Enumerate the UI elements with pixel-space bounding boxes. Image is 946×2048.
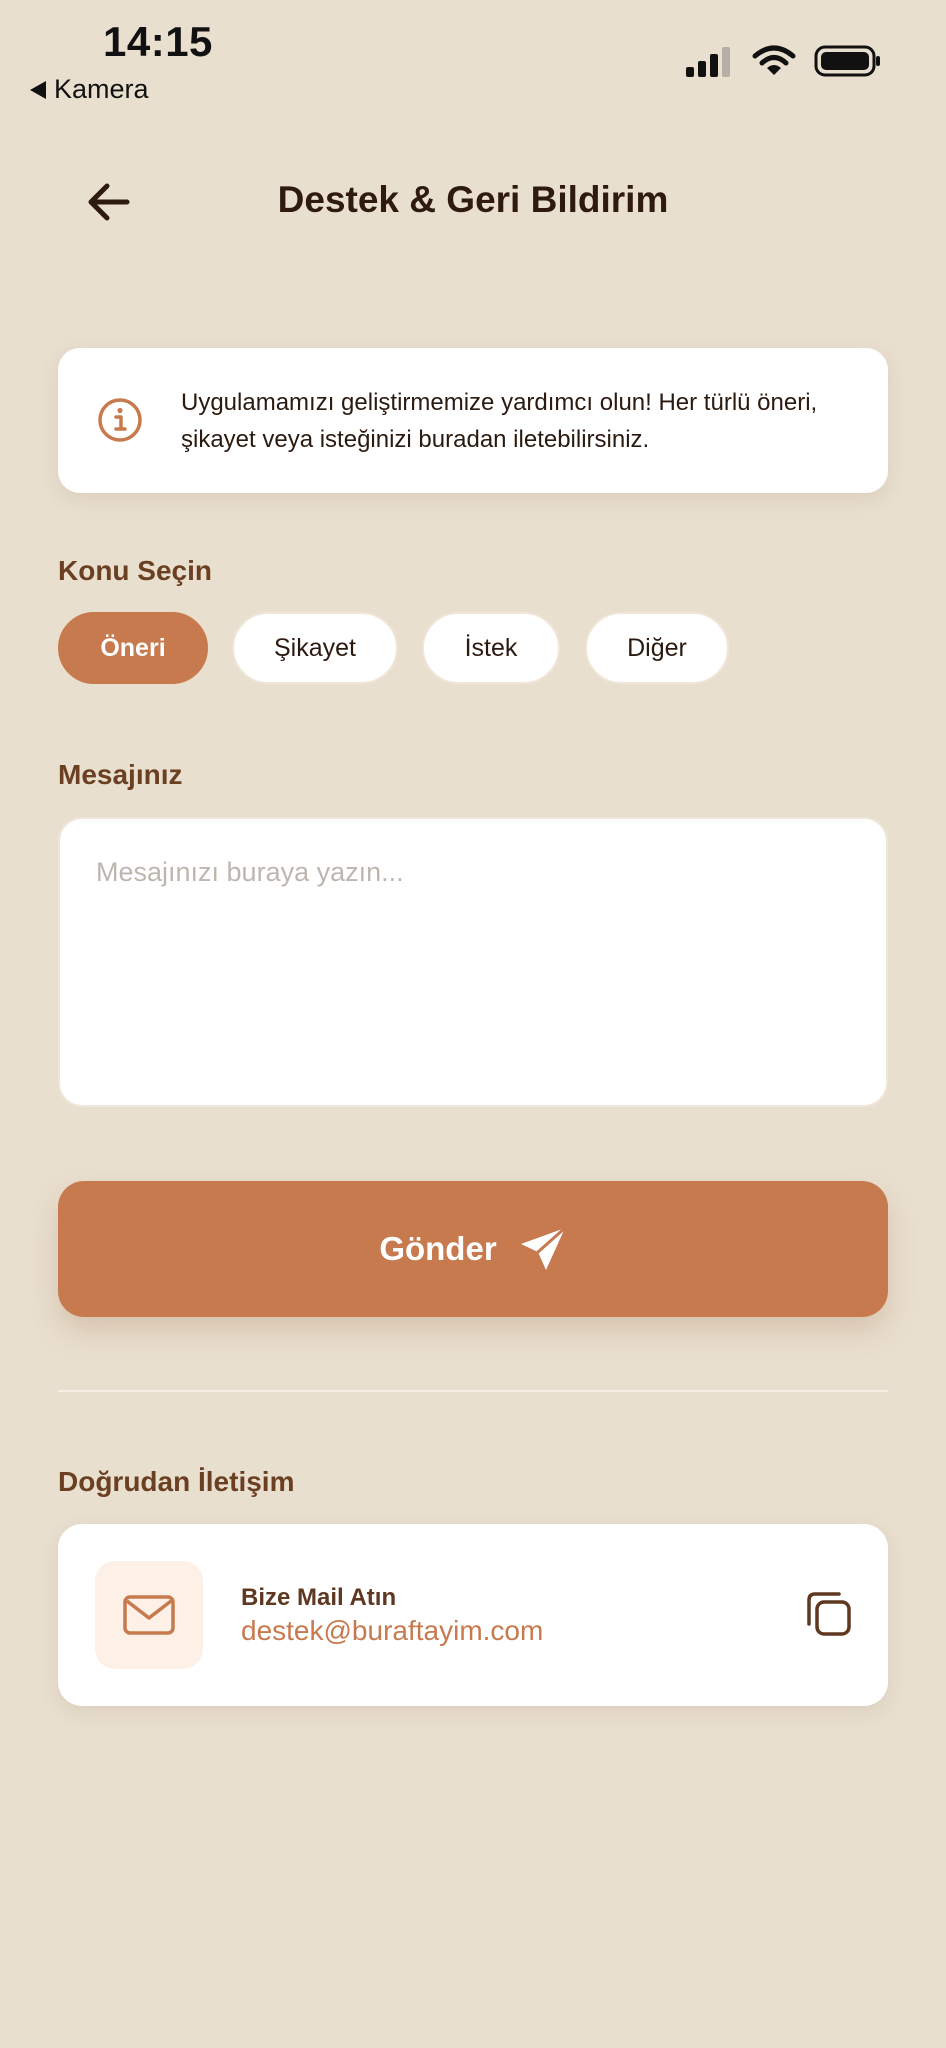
status-icons	[686, 44, 882, 78]
contact-card[interactable]: Bize Mail Atın destek@buraftayim.com	[58, 1524, 888, 1706]
cellular-signal-icon	[686, 47, 730, 77]
copy-icon[interactable]	[804, 1589, 854, 1639]
message-box	[58, 817, 888, 1107]
direct-contact-label: Doğrudan İletişim	[58, 1466, 295, 1497]
message-input[interactable]	[96, 857, 846, 1077]
page-title: Destek & Geri Bildirim	[277, 179, 669, 220]
message-label: Mesajınız	[58, 759, 183, 790]
info-circle-icon	[98, 398, 142, 442]
mail-icon-container	[95, 1561, 203, 1669]
divider	[58, 1390, 888, 1392]
chip-istek[interactable]: İstek	[422, 612, 560, 684]
contact-title: Bize Mail Atın	[241, 1584, 397, 1611]
status-back-label: Kamera	[54, 74, 149, 104]
wifi-icon	[752, 45, 796, 75]
info-text: Uygulamamızı geliştirmemize yardımcı olu…	[181, 389, 818, 453]
paper-plane-icon	[520, 1226, 567, 1270]
chip-oneri[interactable]: Öneri	[58, 612, 208, 684]
battery-icon	[814, 45, 880, 77]
chip-sikayet[interactable]: Şikayet	[232, 612, 398, 684]
info-card: Uygulamamızı geliştirmemize yardımcı olu…	[58, 348, 888, 493]
status-time: 14:15	[103, 18, 213, 65]
send-button-label: Gönder	[379, 1230, 497, 1267]
send-button[interactable]: Gönder	[58, 1181, 888, 1317]
topic-label: Konu Seçin	[58, 555, 213, 586]
envelope-icon	[123, 1595, 175, 1635]
contact-email[interactable]: destek@buraftayim.com	[241, 1615, 543, 1647]
chip-diger[interactable]: Diğer	[585, 612, 729, 684]
status-back-to-app[interactable]: Kamera	[30, 74, 149, 105]
back-triangle-icon	[30, 80, 46, 99]
